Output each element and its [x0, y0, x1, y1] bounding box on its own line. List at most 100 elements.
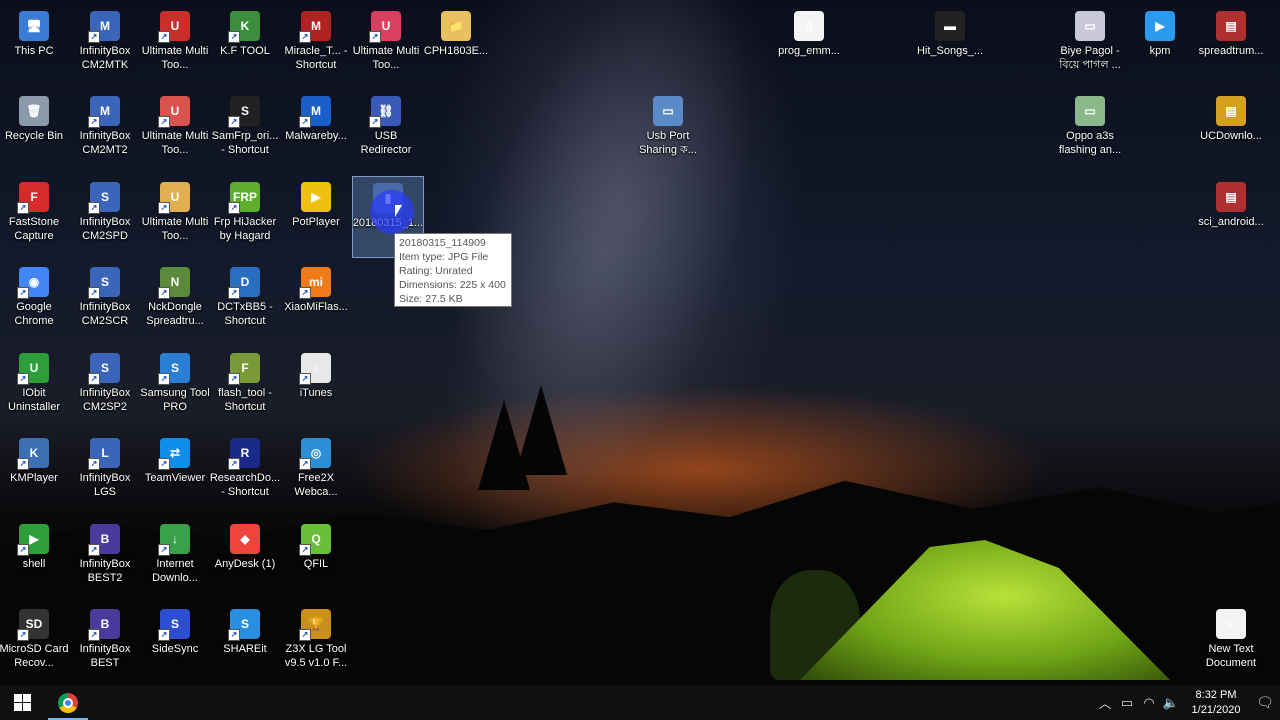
shortcut-arrow-icon: ↗	[17, 544, 29, 556]
desktop-icon[interactable]: 📁 CPH1803E...	[420, 5, 492, 87]
chevron-up-icon[interactable]: ︿	[1094, 693, 1116, 712]
app-icon: ↓ ↗	[158, 524, 190, 556]
clock[interactable]: 8:32 PM 1/21/2020	[1182, 688, 1250, 718]
desktop-icon[interactable]: U ↗ IObit Uninstaller	[0, 347, 70, 429]
desktop-icon[interactable]: M ↗ Malwareby...	[280, 90, 352, 172]
desktop-icon[interactable]: ▤ UCDownlo...	[1195, 90, 1267, 172]
desktop-icon[interactable]: ↓ ↗ Internet Downlo...	[139, 518, 211, 600]
desktop-icon[interactable]: ⇄ ↗ TeamViewer	[139, 432, 211, 514]
shortcut-arrow-icon: ↗	[299, 373, 311, 385]
desktop-icon-label: FastStone Capture	[8, 216, 60, 242]
desktop-icon[interactable]: M ↗ InfinityBox CM2MTK	[69, 5, 141, 87]
wifi-icon[interactable]: ◠	[1138, 695, 1160, 711]
shortcut-arrow-icon: ↗	[158, 629, 170, 641]
desktop-icon[interactable]: S ↗ SideSync	[139, 603, 211, 685]
desktop-icon[interactable]: U ↗ Ultimate Multi Too...	[139, 5, 211, 87]
desktop-icon-label: USB Redirector	[360, 130, 412, 156]
desktop-icon[interactable]: ▬ Hit_Songs_...	[914, 5, 986, 87]
app-icon: B ↗	[88, 524, 120, 556]
desktop-icon[interactable]: S ↗ SamFrp_ori... - Shortcut	[209, 90, 281, 172]
desktop-icon-label: SideSync	[151, 643, 199, 655]
shortcut-arrow-icon: ↗	[17, 458, 29, 470]
desktop-icon-label: InfinityBox CM2SP2	[79, 387, 131, 413]
desktop-icon[interactable]: Q ↗ QFIL	[280, 518, 352, 600]
app-icon: K ↗	[17, 438, 49, 470]
desktop-icon[interactable]: S ↗ InfinityBox CM2SCR	[69, 261, 141, 343]
desktop-icon[interactable]: ⛓ ↗ USB Redirector	[350, 90, 422, 172]
desktop-icon[interactable]: S ↗ Samsung Tool PRO	[139, 347, 211, 429]
desktop-icon-label: Ultimate Multi Too...	[352, 45, 420, 71]
desktop-icon[interactable]: ◎ ↗ Free2X Webca...	[280, 432, 352, 514]
app-icon: 📁	[441, 11, 471, 41]
app-icon: Q ↗	[299, 524, 331, 556]
desktop-icon-label: iTunes	[299, 387, 333, 399]
shortcut-arrow-icon: ↗	[158, 544, 170, 556]
app-icon: ◆	[230, 524, 260, 554]
start-button[interactable]	[0, 685, 44, 720]
desktop-icon[interactable]: N ↗ NckDongle Spreadtru...	[139, 261, 211, 343]
desktop-icon[interactable]: K ↗ KMPlayer	[0, 432, 70, 514]
app-icon: ◉ ↗	[17, 267, 49, 299]
volume-icon[interactable]: 🔈	[1160, 695, 1182, 711]
app-icon: K ↗	[228, 11, 260, 43]
desktop-icon-label: Recycle Bin	[4, 130, 64, 142]
taskbar-chrome-button[interactable]	[44, 685, 92, 720]
app-icon: U ↗	[17, 353, 49, 385]
desktop-icon[interactable]: M ↗ InfinityBox CM2MT2	[69, 90, 141, 172]
desktop-icon-label: InfinityBox LGS	[79, 472, 131, 498]
desktop-icon[interactable]: ▭ Oppo a3s flashing an...	[1054, 90, 1126, 172]
desktop-icon[interactable]: ≡ New Text Document	[1195, 603, 1267, 685]
desktop-icon[interactable]: F ↗ flash_tool - Shortcut	[209, 347, 281, 429]
desktop-icon[interactable]: ▯ prog_emm...	[773, 5, 845, 87]
desktop-icon[interactable]: FRP ↗ Frp HiJacker by Hagard	[209, 176, 281, 258]
desktop-icon[interactable]: ▤ sci_android...	[1195, 176, 1267, 258]
battery-icon[interactable]: ▭	[1116, 695, 1138, 711]
action-center-icon[interactable]: 🗨	[1250, 694, 1280, 711]
desktop-icon[interactable]: ▤ spreadtrum...	[1195, 5, 1267, 87]
desktop-icon[interactable]: B ↗ InfinityBox BEST2	[69, 518, 141, 600]
app-icon: mi ↗	[299, 267, 331, 299]
desktop-icon-label: InfinityBox CM2SCR	[79, 301, 131, 327]
desktop-icon[interactable]: U ↗ Ultimate Multi Too...	[350, 5, 422, 87]
desktop-icon-label: Biye Pagol - বিয়ে পাগল ...	[1059, 45, 1121, 71]
desktop-icon[interactable]: B ↗ InfinityBox BEST	[69, 603, 141, 685]
desktop-icon[interactable]: mi ↗ XiaoMiFlas...	[280, 261, 352, 343]
app-icon: M ↗	[299, 11, 331, 43]
desktop-icon[interactable]: S ↗ InfinityBox CM2SPD	[69, 176, 141, 258]
desktop-icon[interactable]: ▶ ↗ shell	[0, 518, 70, 600]
shortcut-arrow-icon: ↗	[299, 544, 311, 556]
desktop-icon-label: Ultimate Multi Too...	[141, 216, 209, 242]
desktop-icon[interactable]: D ↗ DCTxBB5 - Shortcut	[209, 261, 281, 343]
desktop-icon[interactable]: ▭ Biye Pagol - বিয়ে পাগল ...	[1054, 5, 1126, 87]
desktop-icon[interactable]: S ↗ InfinityBox CM2SP2	[69, 347, 141, 429]
shortcut-arrow-icon: ↗	[228, 287, 240, 299]
desktop-icon[interactable]: L ↗ InfinityBox LGS	[69, 432, 141, 514]
desktop-icon[interactable]: ◆ AnyDesk (1)	[209, 518, 281, 600]
desktop-icon-label: DCTxBB5 - Shortcut	[217, 301, 273, 327]
shortcut-arrow-icon: ↗	[228, 116, 240, 128]
desktop-icon[interactable]: U ↗ Ultimate Multi Too...	[139, 176, 211, 258]
desktop-icon[interactable]: R ↗ ResearchDo... - Shortcut	[209, 432, 281, 514]
desktop-icon[interactable]: ▭ Usb Port Sharing ক...	[632, 90, 704, 172]
desktop-icon[interactable]: 🏆 ↗ Z3X LG Tool v9.5 v1.0 F...	[280, 603, 352, 685]
desktop-icon[interactable]: 🗑 Recycle Bin	[0, 90, 70, 172]
desktop-icon[interactable]: M ↗ Miracle_T... - Shortcut	[280, 5, 352, 87]
desktop-icon[interactable]: F ↗ FastStone Capture	[0, 176, 70, 258]
desktop-icon-label: shell	[22, 558, 46, 570]
desktop-icon[interactable]: 🖥 This PC	[0, 5, 70, 87]
desktop-icon-label: K.F TOOL	[220, 45, 270, 57]
desktop-icon-label: QFIL	[303, 558, 329, 570]
desktop-icon[interactable]: ▶ PotPlayer	[280, 176, 352, 258]
desktop-icon[interactable]: U ↗ Ultimate Multi Too...	[139, 90, 211, 172]
desktop-icon-label: InfinityBox BEST	[79, 643, 131, 669]
desktop-icon-label: Hit_Songs_...	[916, 45, 984, 57]
tooltip-item-type: Item type: JPG File	[399, 251, 489, 263]
desktop-icon[interactable]: ▶ kpm	[1124, 5, 1196, 87]
desktop-icon[interactable]: S ↗ SHAREit	[209, 603, 281, 685]
desktop-icon[interactable]: ◉ ↗ Google Chrome	[0, 261, 70, 343]
app-icon: M ↗	[88, 96, 120, 128]
desktop-icon[interactable]: SD ↗ MicroSD Card Recov...	[0, 603, 70, 685]
shortcut-arrow-icon: ↗	[88, 458, 100, 470]
desktop-icon[interactable]: K ↗ K.F TOOL	[209, 5, 281, 87]
desktop-icon[interactable]: ♪ ↗ iTunes	[280, 347, 352, 429]
